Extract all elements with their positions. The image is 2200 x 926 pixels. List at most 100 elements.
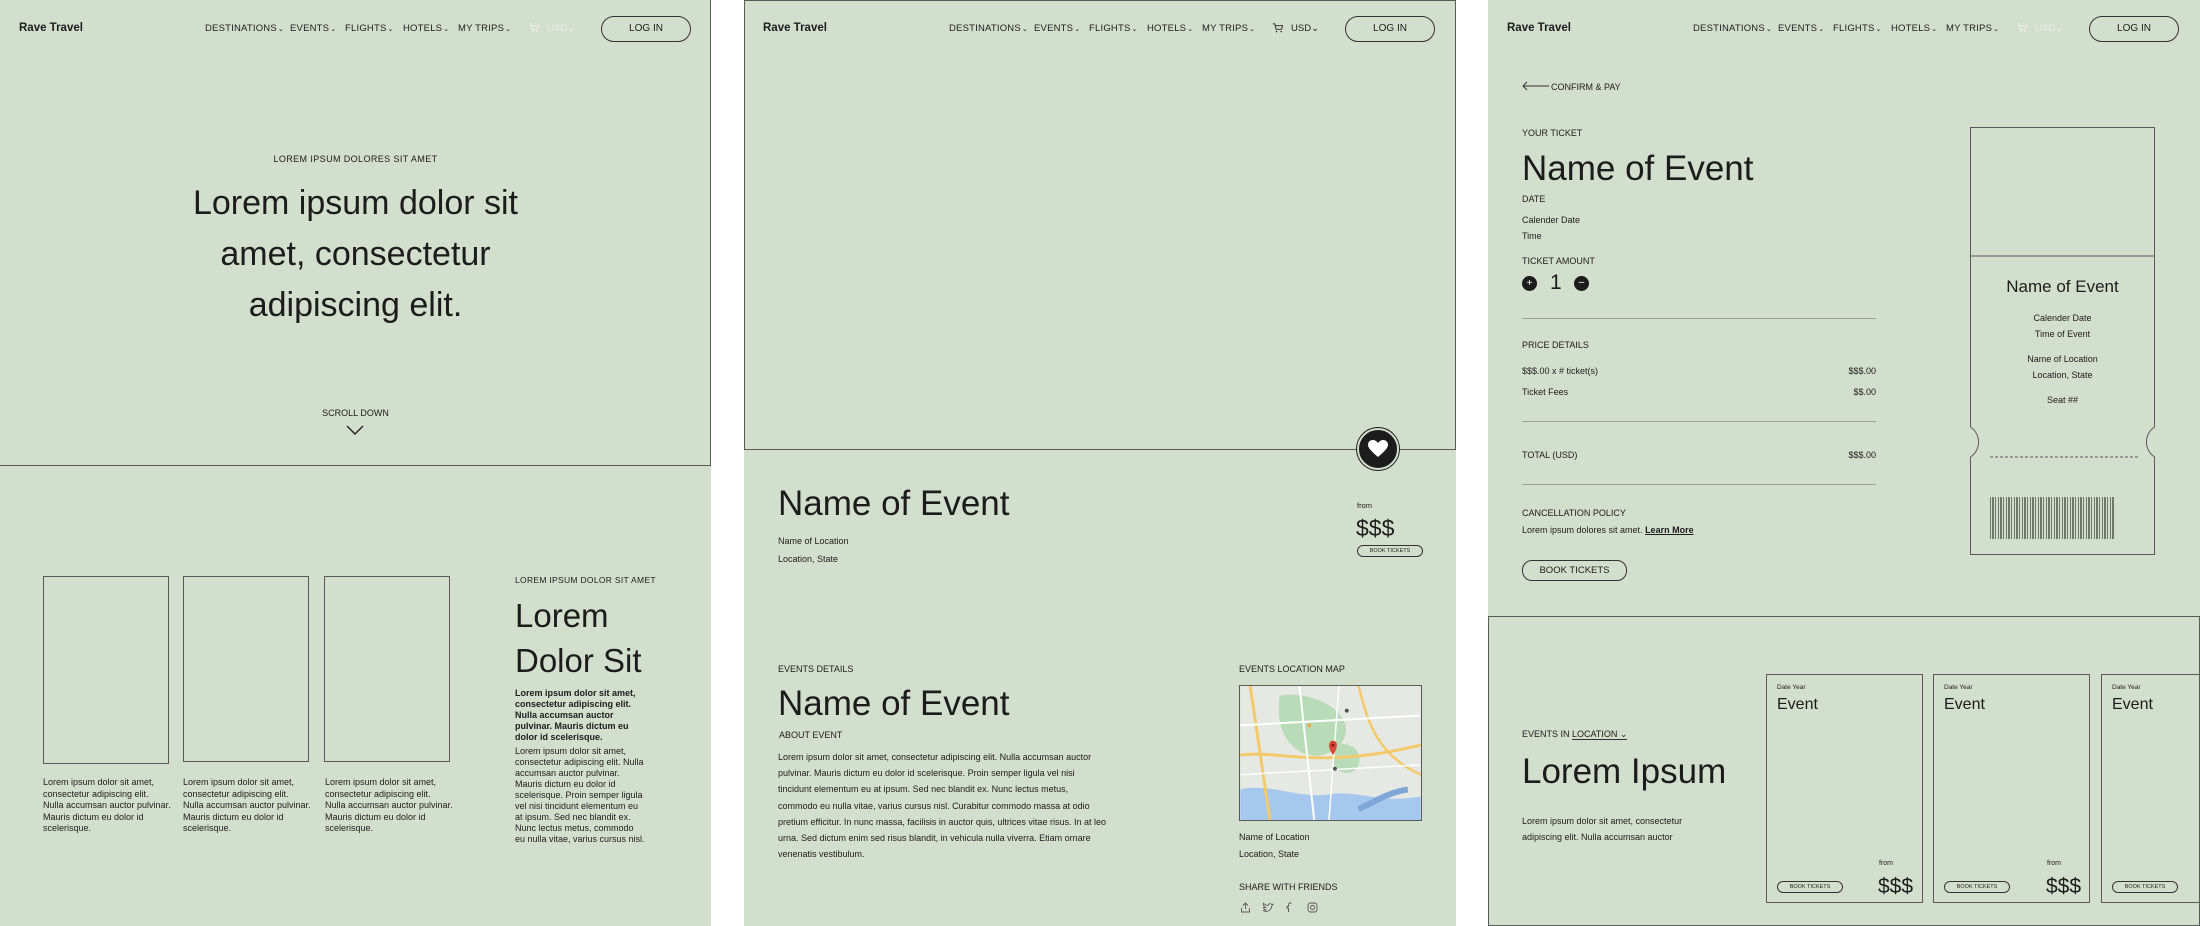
nav-hotels[interactable]: HOTELS⌄ (1891, 23, 1937, 34)
card-image-placeholder (183, 576, 309, 762)
checkout-panel: Rave Travel DESTINATIONS⌄ EVENTS⌄ FLIGHT… (1488, 0, 2200, 926)
ticket-location-name: Name of Location (2027, 354, 2098, 364)
divider (1522, 421, 1876, 422)
event-card-date: Date Year (2112, 684, 2141, 691)
details-title: Name of Event (778, 684, 1010, 723)
cancellation-label: CANCELLATION POLICY (1522, 508, 1626, 518)
divider (1522, 318, 1876, 319)
event-location-name: Name of Location (778, 536, 849, 546)
ticket-event-title: Name of Event (2006, 277, 2119, 296)
location-dropdown[interactable]: LOCATION ⌄ (1572, 729, 1628, 740)
decrement-button[interactable]: – (1574, 276, 1589, 291)
total-label: TOTAL (USD) (1522, 450, 1578, 460)
card-text: Lorem ipsum dolor sit amet, consectetur … (325, 777, 453, 833)
calendar-date: Calender Date (1522, 215, 1581, 225)
divider (1522, 484, 1876, 485)
event-card-title: Event (1944, 696, 1985, 713)
currency-selector[interactable]: USD⌄ (2035, 23, 2063, 34)
events-in-label: EVENTS IN LOCATION ⌄ (1522, 729, 1628, 740)
instagram-icon[interactable] (1307, 902, 1318, 913)
ticket-quantity: 1 (1550, 271, 1562, 294)
cart-icon[interactable] (2016, 22, 2027, 33)
barcode-image (1990, 497, 2115, 539)
map-location-state: Location, State (1239, 849, 1300, 859)
book-tickets-button[interactable]: BOOK TICKETS (1522, 560, 1627, 581)
chevron-down-icon: ⌄ (1619, 729, 1628, 739)
landing-page-panel: Rave Travel DESTINATIONS⌄ EVENTS⌄ FLIGHT… (0, 0, 711, 926)
line-item-label: $$$.00 x # ticket(s) (1522, 366, 1599, 376)
ticket-date: Calender Date (2033, 313, 2092, 323)
heart-icon (1368, 440, 1388, 457)
date-label: DATE (1522, 194, 1546, 204)
ticket-outline (1970, 127, 2155, 555)
map-label: EVENTS LOCATION MAP (1239, 664, 1345, 674)
plus-icon: + (1526, 278, 1533, 289)
favorite-button[interactable] (1357, 428, 1399, 470)
event-card-book-button[interactable]: BOOK TICKETS (1777, 881, 1843, 893)
details-eyebrow: EVENTS DETAILS (778, 664, 854, 674)
card-image-placeholder (324, 576, 450, 762)
nav-events[interactable]: EVENTS⌄ (1778, 23, 1824, 34)
event-card-from: from (1879, 860, 1893, 867)
checkout-event-title: Name of Event (1522, 149, 1754, 188)
your-ticket-label: YOUR TICKET (1522, 128, 1583, 138)
twitter-icon[interactable] (1262, 902, 1274, 913)
cancellation-text: Lorem ipsum dolores sit amet. Learn More (1522, 525, 1694, 535)
hero-title: Lorem ipsum dolor sit amet, consectetur … (192, 184, 518, 324)
ticket-time: Time of Event (2034, 329, 2091, 339)
top-navbar: Rave Travel DESTINATIONS⌄ EVENTS⌄ FLIGHT… (1488, 0, 2200, 58)
event-card-price: $$$ (1878, 875, 1914, 898)
share-icon[interactable] (1240, 902, 1251, 913)
scroll-down-label[interactable]: SCROLL DOWN (0, 408, 711, 418)
facebook-icon[interactable] (1285, 902, 1294, 913)
chevron-down-icon: ⌄ (1765, 26, 1772, 33)
brand-logo[interactable]: Rave Travel (1507, 22, 1571, 34)
event-location-state: Location, State (778, 554, 839, 564)
increment-button[interactable]: + (1522, 276, 1537, 291)
nav-my-trips[interactable]: MY TRIPS⌄ (1946, 23, 1999, 34)
card-image-placeholder (43, 576, 169, 764)
side-text: Lorem ipsum dolor sit amet, consectetur … (515, 746, 645, 844)
line-item-label: Ticket Fees (1522, 387, 1569, 397)
event-hero-image (744, 0, 1456, 450)
lorem-title: Lorem Ipsum (1522, 752, 1727, 791)
back-arrow-icon[interactable] (1522, 81, 1550, 91)
side-title: Lorem Dolor Sit (515, 597, 642, 679)
price-details-label: PRICE DETAILS (1522, 340, 1589, 350)
event-title: Name of Event (778, 484, 1010, 523)
line-item-value: $$.00 (1853, 387, 1876, 397)
line-item-value: $$$.00 (1848, 366, 1876, 376)
from-label: from (1357, 501, 1372, 510)
nav-destinations[interactable]: DESTINATIONS⌄ (1693, 23, 1772, 34)
learn-more-link[interactable]: Learn More (1645, 525, 1694, 535)
login-button[interactable]: LOG IN (2089, 16, 2179, 42)
chevron-down-icon: ⌄ (1875, 26, 1882, 33)
event-card-book-button[interactable]: BOOK TICKETS (1944, 881, 2010, 893)
event-card-title: Event (1777, 696, 1818, 713)
event-detail-panel: Rave Travel DESTINATIONS⌄ EVENTS⌄ FLIGHT… (744, 0, 1456, 926)
map-location-name: Name of Location (1239, 832, 1310, 842)
share-label: SHARE WITH FRIENDS (1239, 882, 1338, 892)
event-price: $$$ (1356, 515, 1395, 541)
event-location-map[interactable] (1239, 685, 1422, 821)
chevron-down-icon[interactable] (346, 425, 364, 436)
confirm-pay-label[interactable]: CONFIRM & PAY (1551, 82, 1621, 92)
about-label: ABOUT EVENT (779, 730, 843, 740)
event-card-date: Date Year (1777, 684, 1806, 691)
ticket-amount-label: TICKET AMOUNT (1522, 256, 1595, 266)
chevron-down-icon: ⌄ (1931, 26, 1938, 33)
event-card-date: Date Year (1944, 684, 1973, 691)
chevron-down-icon: ⌄ (1993, 26, 2000, 33)
card-text: Lorem ipsum dolor sit amet, consectetur … (43, 777, 171, 833)
minus-icon: – (1578, 277, 1585, 288)
nav-flights[interactable]: FLIGHTS⌄ (1833, 23, 1882, 34)
ticket-location-state: Location, State (2032, 370, 2093, 380)
event-card-book-button[interactable]: BOOK TICKETS (2112, 881, 2178, 893)
about-text: Lorem ipsum dolor sit amet, consectetur … (778, 752, 1106, 860)
side-bold-text: Lorem ipsum dolor sit amet, consectetur … (515, 688, 636, 742)
book-tickets-button[interactable]: BOOK TICKETS (1357, 545, 1423, 557)
event-card-price: $$$ (2046, 875, 2082, 898)
event-card-title: Event (2112, 696, 2153, 713)
lorem-text: Lorem ipsum dolor sit amet, consectetur … (1522, 816, 1683, 842)
card-text: Lorem ipsum dolor sit amet, consectetur … (183, 777, 311, 833)
